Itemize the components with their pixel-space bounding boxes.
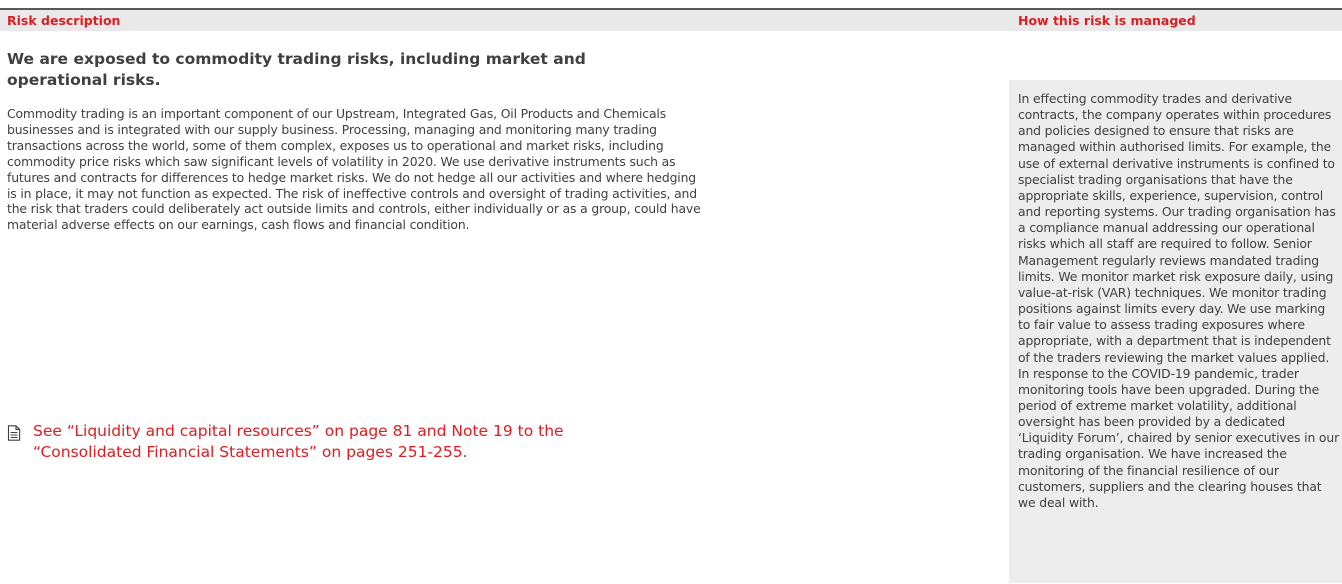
risk-body: Commodity trading is an important compon… [7, 106, 701, 233]
see-reference[interactable]: See “Liquidity and capital resources” on… [7, 421, 807, 462]
risk-description-heading: Risk description [7, 13, 121, 28]
see-reference-link[interactable]: See “Liquidity and capital resources” on… [25, 421, 585, 462]
risk-management-text: In effecting commodity trades and deriva… [1018, 91, 1340, 510]
risk-title: We are exposed to commodity trading risk… [7, 50, 586, 89]
how-managed-heading: How this risk is managed [1018, 13, 1196, 28]
risk-description-column: We are exposed to commodity trading risk… [7, 49, 777, 233]
document-icon [7, 425, 25, 462]
